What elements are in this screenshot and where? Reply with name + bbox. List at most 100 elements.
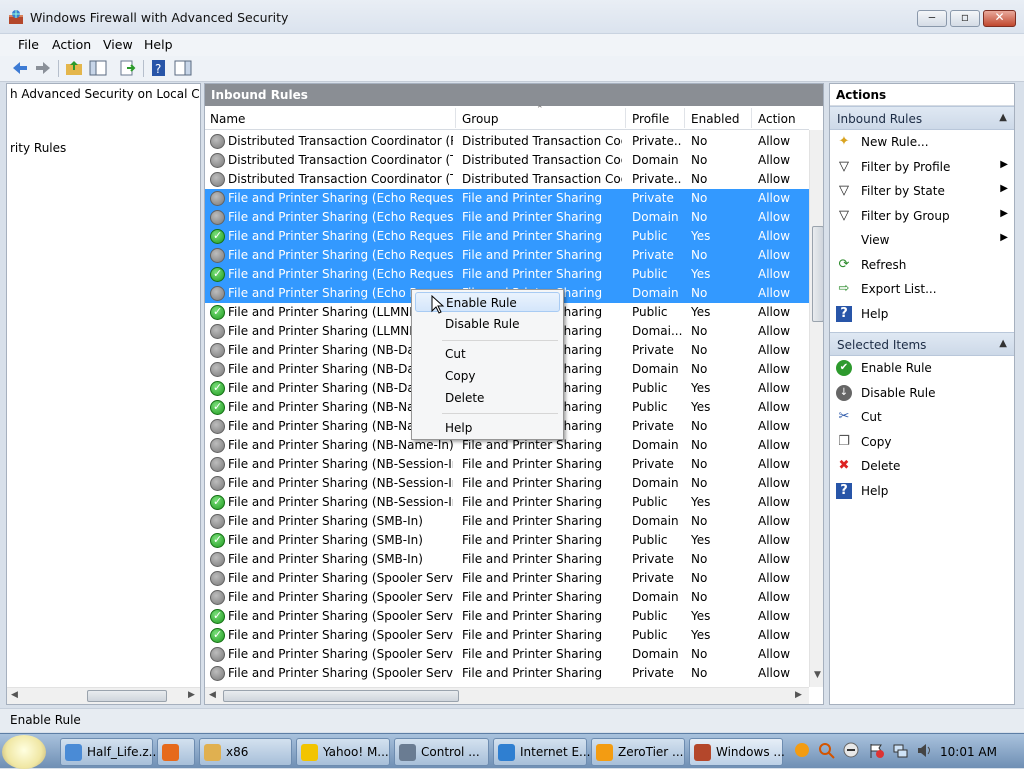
back-icon[interactable] [11, 59, 29, 77]
network-icon[interactable] [892, 742, 909, 759]
table-row[interactable]: File and Printer Sharing (Echo Request -… [205, 227, 809, 246]
table-row[interactable]: File and Printer Sharing (Echo Request -… [205, 189, 809, 208]
cell-group: File and Printer Sharing [462, 438, 603, 452]
action-help[interactable]: ? Help [830, 479, 1014, 503]
mouse-cursor-icon [431, 294, 445, 315]
context-menu-disable-rule[interactable]: Disable Rule [415, 314, 560, 334]
vertical-scroll-thumb[interactable] [812, 226, 823, 322]
tree-item-root[interactable]: h Advanced Security on Local Comp [10, 87, 200, 101]
action-refresh[interactable]: ⟳ Refresh [830, 253, 1014, 277]
show-hide-console-tree-icon[interactable] [89, 59, 107, 77]
taskbar-button[interactable]: Control ... [394, 738, 489, 766]
action-filter-by-group[interactable]: ▽ Filter by Group ▶ [830, 204, 1014, 228]
action-filter-by-state[interactable]: ▽ Filter by State ▶ [830, 179, 1014, 203]
scroll-left-icon[interactable]: ◀ [209, 690, 216, 700]
action-help[interactable]: ? Help [830, 302, 1014, 326]
context-menu-help[interactable]: Help [415, 418, 560, 438]
menu-view[interactable]: View [103, 37, 133, 52]
taskbar-button[interactable]: x86 [199, 738, 292, 766]
column-divider[interactable] [625, 108, 626, 128]
up-folder-icon[interactable] [65, 59, 83, 77]
left-horizontal-scrollbar[interactable]: ◀ ▶ [7, 687, 200, 704]
column-header-action[interactable]: Action [758, 112, 796, 126]
menu-help[interactable]: Help [144, 37, 173, 52]
actions-section-inbound-rules[interactable]: Inbound Rules ▲ [830, 106, 1014, 130]
rule-disabled-icon [210, 419, 225, 434]
context-menu-copy[interactable]: Copy [415, 366, 560, 386]
action-copy[interactable]: ❐ Copy [830, 430, 1014, 454]
volume-icon[interactable] [916, 742, 933, 759]
taskbar-button[interactable] [157, 738, 195, 766]
action-delete[interactable]: ✖ Delete [830, 454, 1014, 478]
table-row[interactable]: File and Printer Sharing (SMB-In) File an… [205, 550, 809, 569]
column-divider[interactable] [455, 108, 456, 128]
taskbar-button[interactable]: Windows ... [689, 738, 785, 766]
table-row[interactable]: File and Printer Sharing (Echo Request -… [205, 246, 809, 265]
scroll-right-icon[interactable]: ▶ [795, 690, 802, 700]
chrome-icon [65, 744, 82, 761]
table-row[interactable]: Distributed Transaction Coordinator (RP.… [205, 132, 809, 151]
tray-minus-icon[interactable] [843, 742, 860, 759]
table-row[interactable]: File and Printer Sharing (Spooler Servic… [205, 626, 809, 645]
action-new-rule[interactable]: ✦ New Rule... [830, 130, 1014, 154]
table-row[interactable]: File and Printer Sharing (Echo Request -… [205, 208, 809, 227]
table-row[interactable]: File and Printer Sharing (SMB-In) File an… [205, 512, 809, 531]
taskbar-button[interactable]: ZeroTier ... [591, 738, 685, 766]
action-view[interactable]: View ▶ [830, 228, 1014, 252]
show-hide-action-pane-icon[interactable] [174, 59, 192, 77]
column-header-name[interactable]: Name [210, 112, 245, 126]
horizontal-scroll-thumb[interactable] [223, 690, 459, 702]
table-row[interactable]: File and Printer Sharing (Spooler Servic… [205, 569, 809, 588]
actions-section-selected-items[interactable]: Selected Items ▲ [830, 332, 1014, 356]
column-header-profile[interactable]: Profile [632, 112, 669, 126]
search-icon[interactable] [818, 742, 835, 759]
table-row[interactable]: File and Printer Sharing (Spooler Servic… [205, 664, 809, 683]
table-row[interactable]: Distributed Transaction Coordinator (TC.… [205, 151, 809, 170]
column-divider[interactable] [684, 108, 685, 128]
taskbar-button[interactable]: Internet E... [493, 738, 591, 766]
table-row[interactable]: Distributed Transaction Coordinator (TC.… [205, 170, 809, 189]
tray-app-icon[interactable] [794, 742, 811, 759]
tree-item-security-rules[interactable]: rity Rules [10, 141, 66, 155]
column-divider[interactable] [751, 108, 752, 128]
taskbar-button[interactable]: Half_Life.z... [60, 738, 160, 766]
close-button[interactable]: ✕ [983, 10, 1016, 27]
menu-file[interactable]: File [18, 37, 39, 52]
action-center-flag-icon[interactable] [868, 742, 885, 759]
start-button[interactable] [2, 735, 46, 769]
context-menu-cut[interactable]: Cut [415, 344, 560, 364]
table-row[interactable]: File and Printer Sharing (Spooler Servic… [205, 588, 809, 607]
table-row[interactable]: File and Printer Sharing (Spooler Servic… [205, 645, 809, 664]
table-row[interactable]: File and Printer Sharing (Spooler Servic… [205, 607, 809, 626]
cell-enabled: Yes [691, 609, 711, 623]
help-icon[interactable]: ? [150, 59, 168, 77]
table-row[interactable]: File and Printer Sharing (NB-Session-In)… [205, 455, 809, 474]
scroll-down-icon[interactable]: ▼ [814, 670, 821, 680]
forward-icon[interactable] [34, 59, 52, 77]
column-header-group[interactable]: Group [462, 112, 499, 126]
action-export-list[interactable]: ⇨ Export List... [830, 277, 1014, 301]
minimize-button[interactable]: ‒ [917, 10, 947, 27]
action-cut[interactable]: ✂ Cut [830, 405, 1014, 429]
cell-action: Allow [758, 191, 791, 205]
maximize-button[interactable]: ▫ [950, 10, 980, 27]
scroll-left-icon[interactable]: ◀ [11, 690, 18, 700]
table-row[interactable]: File and Printer Sharing (NB-Session-In)… [205, 493, 809, 512]
horizontal-scrollbar[interactable]: ◀ ▶ [205, 687, 809, 704]
scroll-right-icon[interactable]: ▶ [188, 690, 195, 700]
context-menu-delete[interactable]: Delete [415, 388, 560, 408]
table-row[interactable]: File and Printer Sharing (SMB-In) File an… [205, 531, 809, 550]
table-row[interactable]: File and Printer Sharing (Echo Request -… [205, 265, 809, 284]
action-disable-rule[interactable]: ↓ Disable Rule [830, 381, 1014, 405]
table-row[interactable]: File and Printer Sharing (NB-Session-In)… [205, 474, 809, 493]
left-scroll-thumb[interactable] [87, 690, 167, 702]
taskbar-button[interactable]: Yahoo! M... [296, 738, 390, 766]
action-enable-rule[interactable]: ✔ Enable Rule [830, 356, 1014, 380]
vertical-scrollbar[interactable]: ▼ [809, 130, 823, 687]
collapse-icon[interactable]: ▲ [999, 338, 1007, 349]
menu-action[interactable]: Action [52, 37, 91, 52]
column-header-enabled[interactable]: Enabled [691, 112, 740, 126]
collapse-icon[interactable]: ▲ [999, 112, 1007, 123]
action-filter-by-profile[interactable]: ▽ Filter by Profile ▶ [830, 155, 1014, 179]
export-list-icon[interactable] [119, 59, 137, 77]
